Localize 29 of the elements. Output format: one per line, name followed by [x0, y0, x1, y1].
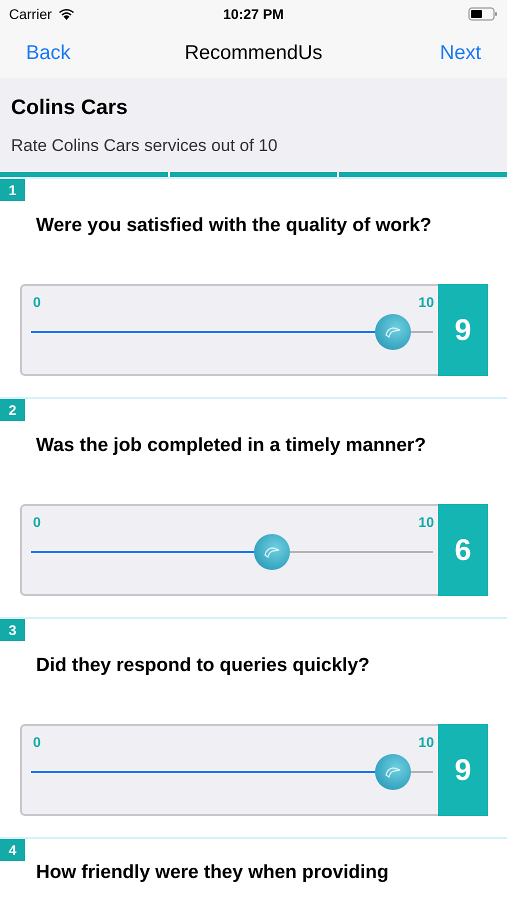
slider-thumb[interactable]: [254, 534, 290, 570]
slider-thumb[interactable]: [374, 754, 411, 790]
question-text: Was the job completed in a timely manner?: [36, 434, 427, 458]
slider-max-label: 10: [418, 733, 434, 752]
slider-max-label: 10: [418, 513, 434, 532]
slider-max-label: 10: [418, 293, 434, 312]
header-subtitle: Rate Colins Cars services out of 10: [11, 134, 278, 156]
question-number: 3: [0, 619, 25, 641]
back-button[interactable]: Back: [26, 38, 70, 68]
company-name: Colins Cars: [11, 95, 129, 121]
wifi-icon: [58, 8, 75, 20]
question-text: Did they respond to queries quickly?: [36, 654, 371, 678]
score-value: 9: [438, 284, 488, 376]
slider-thumb[interactable]: [374, 314, 411, 350]
slider-min-label: 0: [33, 293, 41, 312]
carrier-label: Carrier: [9, 4, 52, 24]
slider-min-label: 0: [33, 513, 41, 532]
next-button[interactable]: Next: [440, 38, 481, 68]
question-text: How friendly were they when providing: [36, 861, 390, 885]
slider-min-label: 0: [33, 733, 41, 752]
score-value: 9: [438, 724, 488, 816]
score-value: 6: [438, 504, 488, 596]
question-number: 1: [0, 179, 25, 201]
question-number: 2: [0, 399, 25, 421]
battery-icon: [468, 7, 498, 21]
question-text: Were you satisfied with the quality of work?: [36, 214, 433, 238]
clock-time: 10:27 PM: [223, 4, 284, 24]
question-number: 4: [0, 839, 25, 861]
nav-title: RecommendUs: [184, 41, 322, 66]
